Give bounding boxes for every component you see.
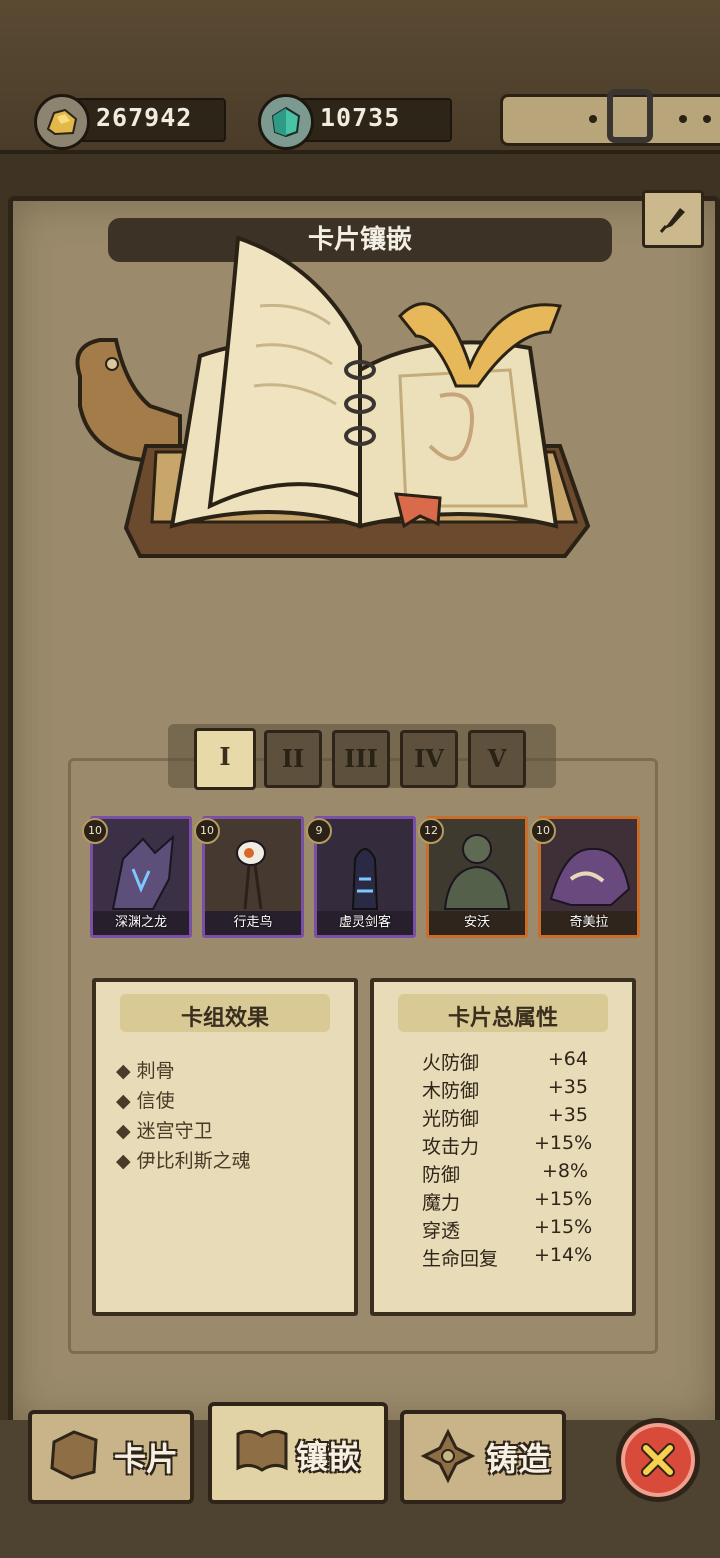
tab-deck-3[interactable]: III [332,730,390,788]
effect-item: ◆ 伊比利斯之魂 [116,1150,251,1172]
stat-name: 火防御 [422,1052,480,1074]
deck-effects-title: 卡组效果 [180,1006,269,1031]
gold-ore-icon [34,94,90,150]
effect-item: ◆ 刺骨 [116,1060,175,1082]
nav-inlay-label: 镶嵌 [296,1438,361,1476]
stat-value: +35 [547,1076,588,1098]
stat-value: +15% [534,1188,593,1210]
card-level: 9 [306,818,332,844]
stat-name: 光防御 [422,1108,480,1130]
nav-cards-button[interactable]: 卡片 [28,1410,194,1504]
tab-deck-5[interactable]: V [468,730,526,788]
card-name: 深渊之龙 [93,911,189,935]
card-level: 10 [194,818,220,844]
stat-name: 木防御 [422,1080,480,1102]
effect-item: ◆ 信使 [116,1090,175,1112]
card-book-illustration [75,236,591,558]
edit-button[interactable] [642,190,704,248]
card-name: 安沃 [429,911,525,935]
gold-amount: 267942 [96,103,193,132]
tab-deck-2[interactable]: II [264,730,322,788]
gem-amount: 10735 [320,103,401,132]
nav-cards-label: 卡片 [114,1440,179,1478]
cards-icon [50,1430,98,1480]
stat-name: 魔力 [422,1192,461,1214]
effect-item: ◆ 迷宫守卫 [116,1120,213,1142]
deck-effects-panel: 卡组效果 ◆ 刺骨 ◆ 信使 ◆ 迷宫守卫 ◆ 伊比利斯之魂 [92,978,358,1316]
stat-value: +35 [547,1104,588,1126]
stat-name: 生命回复 [422,1248,499,1270]
nav-forge-button[interactable]: 铸造 [400,1410,566,1504]
forge-icon [420,1428,476,1484]
buckle-icon [607,89,653,143]
gem-icon [258,94,314,150]
close-icon [641,1443,675,1477]
card-name: 虚灵剑客 [317,911,413,935]
quill-icon [659,208,685,233]
stat-value: +15% [534,1132,593,1154]
card-name: 奇美拉 [541,911,637,935]
stat-value: +64 [547,1048,588,1070]
card-level: 10 [82,818,108,844]
tab-deck-4[interactable]: IV [400,730,458,788]
total-stats-panel: 卡片总属性 火防御 +64 木防御 +35 光防御 +35 攻击力 +15% 防… [370,978,636,1316]
stat-name: 防御 [422,1164,461,1186]
stat-name: 攻击力 [422,1136,480,1158]
close-button[interactable] [616,1418,700,1502]
book-icon [236,1429,288,1472]
card-level: 10 [530,818,556,844]
nav-inlay-button[interactable]: 镶嵌 [208,1402,388,1504]
total-stats-title: 卡片总属性 [447,1006,558,1031]
tab-deck-1[interactable]: I [194,728,256,790]
stat-value: +15% [534,1216,593,1238]
stat-value: +8% [541,1160,588,1182]
stat-name: 穿透 [422,1220,461,1242]
card-level: 12 [418,818,444,844]
nav-forge-label: 铸造 [486,1440,551,1478]
settings-belt-button[interactable] [500,89,720,146]
card-name: 行走鸟 [205,911,301,935]
stat-value: +14% [534,1244,593,1266]
